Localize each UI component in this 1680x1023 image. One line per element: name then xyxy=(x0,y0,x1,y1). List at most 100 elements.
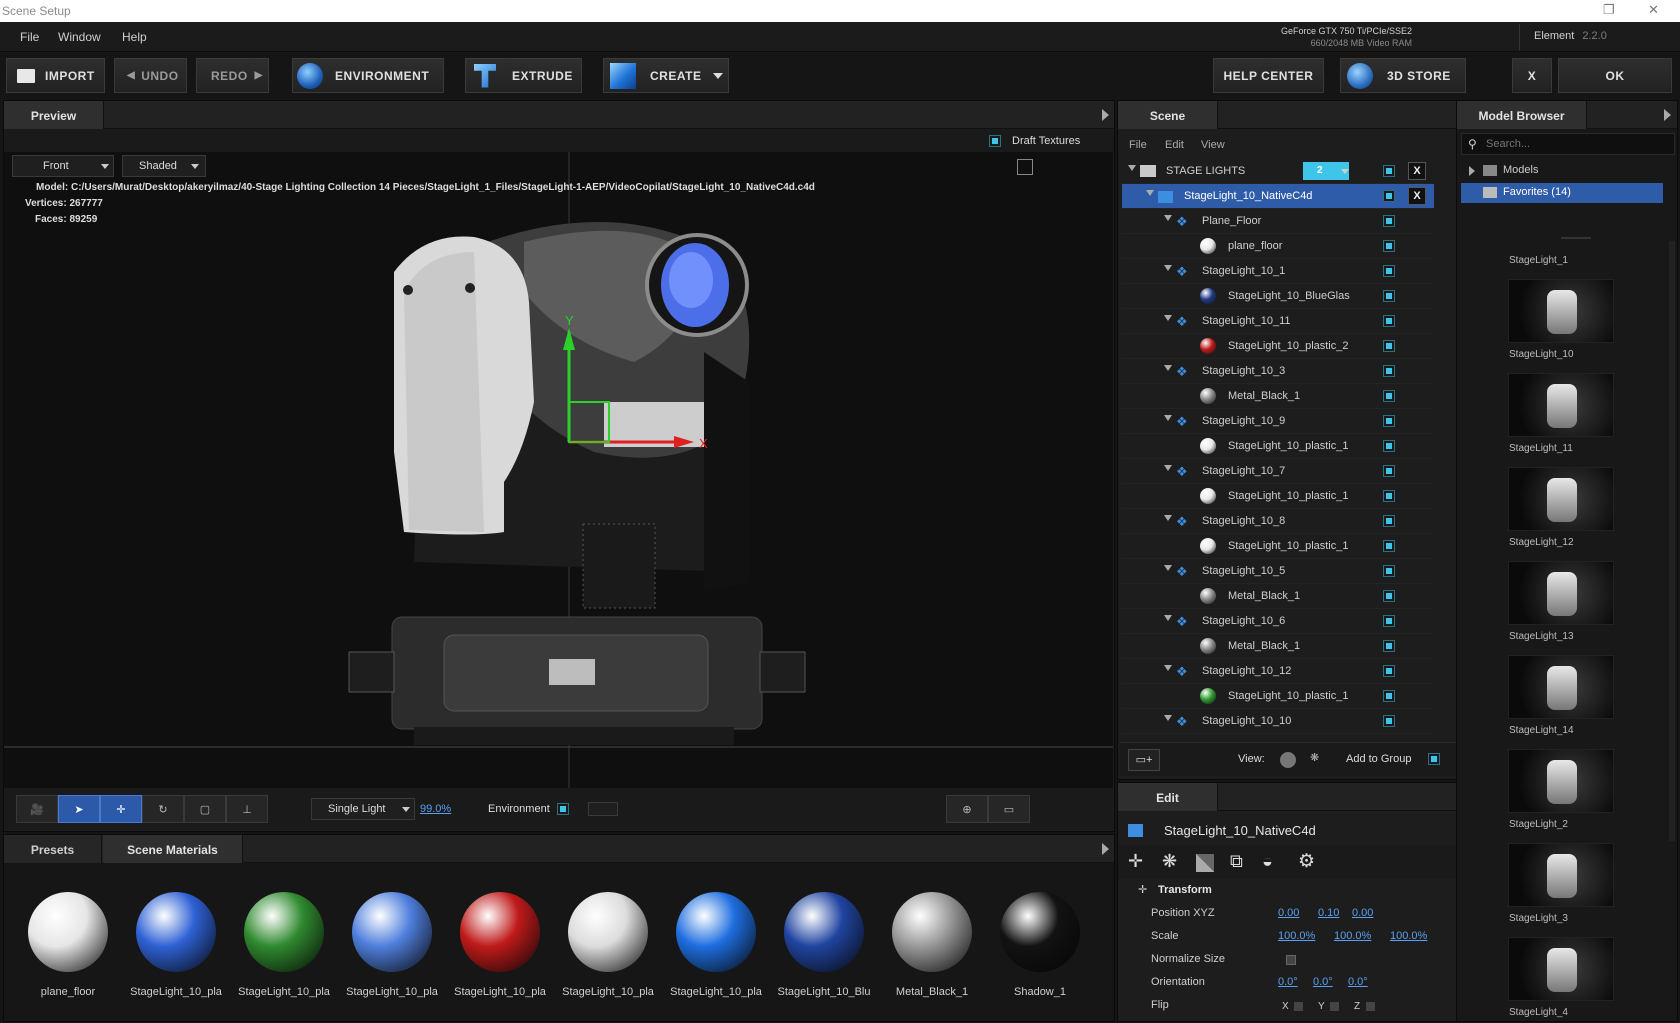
view-mode-dropdown[interactable]: Front xyxy=(12,155,114,177)
scene-tree-row[interactable]: plane_floor xyxy=(1122,234,1434,259)
visibility-checkbox[interactable] xyxy=(1383,465,1395,477)
close-window-icon[interactable]: ✕ xyxy=(1648,2,1659,18)
visibility-checkbox[interactable] xyxy=(1383,340,1395,352)
material-item[interactable]: StageLight_10_pla xyxy=(450,892,550,998)
material-item[interactable]: Metal_Black_1 xyxy=(882,892,982,998)
material-item[interactable]: StageLight_10_pla xyxy=(234,892,334,998)
model-thumbnail[interactable] xyxy=(1508,655,1614,719)
material-item[interactable]: Shadow_1 xyxy=(990,892,1090,998)
crosshair-icon[interactable]: ⊕ xyxy=(946,795,988,823)
move-icon[interactable]: ✛ xyxy=(1128,851,1143,872)
rotate-tool-icon[interactable]: ↻ xyxy=(142,795,184,823)
material-item[interactable]: plane_floor xyxy=(18,892,118,998)
tab-edit[interactable]: Edit xyxy=(1118,783,1218,811)
scene-tree-row[interactable]: Metal_Black_1 xyxy=(1122,634,1434,659)
light-intensity-value[interactable]: 99.0% xyxy=(420,803,451,815)
scene-tree-row[interactable]: ❖ StageLight_10_10 xyxy=(1122,709,1434,734)
scene-menu-file[interactable]: File xyxy=(1129,139,1147,151)
menu-file[interactable]: File xyxy=(20,30,39,44)
material-item[interactable]: StageLight_10_pla xyxy=(342,892,442,998)
scene-tree-row[interactable]: Metal_Black_1 xyxy=(1122,584,1434,609)
3d-store-button[interactable]: 3D STORE xyxy=(1340,58,1466,93)
restore-icon[interactable]: ❐ xyxy=(1603,2,1615,18)
visibility-checkbox[interactable] xyxy=(1383,190,1395,202)
move-tool-icon[interactable]: ✛ xyxy=(100,795,142,823)
expand-toggle-icon[interactable] xyxy=(1164,315,1172,321)
expand-toggle-icon[interactable] xyxy=(1164,215,1172,221)
environment-button[interactable]: ENVIRONMENT xyxy=(292,58,444,93)
orientation-y[interactable]: 0.0° xyxy=(1313,976,1333,988)
normalize-checkbox[interactable] xyxy=(1286,955,1296,965)
resize-handle[interactable] xyxy=(1561,237,1591,239)
expand-toggle-icon[interactable] xyxy=(1146,190,1154,196)
select-tool-icon[interactable]: ➤ xyxy=(58,795,100,823)
scene-tree-row[interactable]: ❖ StageLight_10_6 xyxy=(1122,609,1434,634)
tab-presets[interactable]: Presets xyxy=(4,835,102,863)
create-button[interactable]: CREATE xyxy=(603,58,729,93)
scene-tree-row[interactable]: ❖ StageLight_10_5 xyxy=(1122,559,1434,584)
environment-checkbox[interactable] xyxy=(557,803,569,815)
scene-tree-row[interactable]: StageLight_10_plastic_1 xyxy=(1122,534,1434,559)
axis-tool-icon[interactable]: ⊥ xyxy=(226,795,268,823)
material-item[interactable]: StageLight_10_pla xyxy=(558,892,658,998)
scene-tree-row[interactable]: ❖ StageLight_10_3 xyxy=(1122,359,1434,384)
scene-menu-edit[interactable]: Edit xyxy=(1165,139,1184,151)
model-thumbnail[interactable] xyxy=(1508,467,1614,531)
scale-z[interactable]: 100.0% xyxy=(1390,930,1427,942)
flip-y-checkbox[interactable] xyxy=(1330,1002,1339,1011)
expand-toggle-icon[interactable] xyxy=(1164,415,1172,421)
scene-tree-row[interactable]: ❖ StageLight_10_12 xyxy=(1122,659,1434,684)
expand-arrow-icon[interactable] xyxy=(1102,843,1109,855)
add-folder-icon[interactable]: ▭+ xyxy=(1128,749,1160,771)
flip-x-checkbox[interactable] xyxy=(1294,1002,1303,1011)
visibility-checkbox[interactable] xyxy=(1383,515,1395,527)
search-input[interactable] xyxy=(1486,136,1666,152)
light-mode-dropdown[interactable]: Single Light xyxy=(311,798,415,820)
draft-textures-checkbox[interactable] xyxy=(989,135,1001,147)
expand-toggle-icon[interactable] xyxy=(1164,515,1172,521)
expand-toggle-icon[interactable] xyxy=(1164,715,1172,721)
add-to-group-checkbox[interactable] xyxy=(1428,753,1440,765)
expand-arrow-icon[interactable] xyxy=(1664,109,1671,121)
model-thumbnail[interactable] xyxy=(1508,937,1614,1001)
tree-models[interactable]: Models xyxy=(1461,161,1663,181)
gear-icon[interactable]: ⚙ xyxy=(1298,850,1315,873)
visibility-checkbox[interactable] xyxy=(1383,690,1395,702)
visibility-checkbox[interactable] xyxy=(1383,640,1395,652)
visibility-checkbox[interactable] xyxy=(1383,365,1395,377)
group-count-dropdown[interactable]: 2 xyxy=(1303,162,1349,180)
help-center-button[interactable]: HELP CENTER xyxy=(1213,58,1324,93)
expand-toggle-icon[interactable] xyxy=(1164,265,1172,271)
environment-swatch[interactable] xyxy=(588,802,618,816)
search-box[interactable]: ⚲ xyxy=(1461,133,1675,155)
particles-icon[interactable]: ❋ xyxy=(1162,851,1177,872)
scene-tree-row[interactable]: STAGE LIGHTS X xyxy=(1122,159,1434,184)
scene-menu-view[interactable]: View xyxy=(1201,139,1225,151)
expand-icon[interactable] xyxy=(1469,166,1475,176)
tab-scene-materials[interactable]: Scene Materials xyxy=(103,835,243,863)
scene-tree-row[interactable]: Metal_Black_1 xyxy=(1122,384,1434,409)
remove-button[interactable]: X xyxy=(1408,187,1426,205)
flip-z-checkbox[interactable] xyxy=(1366,1002,1375,1011)
menu-window[interactable]: Window xyxy=(58,30,101,44)
visibility-checkbox[interactable] xyxy=(1383,315,1395,327)
ok-button[interactable]: OK xyxy=(1558,58,1672,93)
expand-toggle-icon[interactable] xyxy=(1128,165,1136,171)
camera-icon[interactable]: 🎥 xyxy=(16,795,58,823)
visibility-checkbox[interactable] xyxy=(1383,265,1395,277)
tab-scene[interactable]: Scene xyxy=(1118,101,1218,129)
visibility-checkbox[interactable] xyxy=(1383,290,1395,302)
visibility-checkbox[interactable] xyxy=(1383,665,1395,677)
duplicate-icon[interactable]: ⧉ xyxy=(1230,851,1243,872)
3d-viewport[interactable]: Y X Front Shaded Model: C:/Users/Murat/D… xyxy=(4,152,1113,788)
scene-tree-row[interactable]: StageLight_10_plastic_2 xyxy=(1122,334,1434,359)
monitor-icon[interactable]: ▭ xyxy=(988,795,1030,823)
scene-tree-row[interactable]: ❖ StageLight_10_1 xyxy=(1122,259,1434,284)
scene-tree-row[interactable]: ❖ StageLight_10_7 xyxy=(1122,459,1434,484)
position-x[interactable]: 0.00 xyxy=(1278,907,1299,919)
material-icon[interactable] xyxy=(1196,854,1214,872)
scene-tree-row[interactable]: StageLight_10_plastic_1 xyxy=(1122,684,1434,709)
model-thumbnail[interactable] xyxy=(1508,279,1614,343)
model-thumbnail[interactable] xyxy=(1508,843,1614,907)
cancel-button[interactable]: X xyxy=(1512,58,1552,93)
